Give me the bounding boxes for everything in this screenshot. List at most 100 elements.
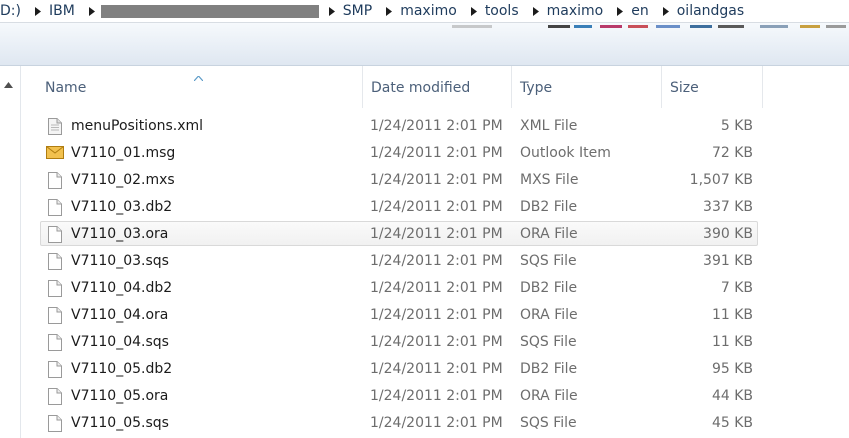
file-name: V7110_05.sqs (71, 415, 169, 431)
file-row[interactable]: V7110_03.sqs 1/24/2011 2:01 PM SQS File … (40, 248, 758, 273)
file-size: 11 KB (711, 334, 753, 350)
chevron-right-icon[interactable] (613, 0, 627, 22)
file-name: V7110_03.db2 (71, 199, 173, 215)
chevron-right-icon[interactable] (325, 0, 339, 22)
file-row[interactable]: V7110_03.db2 1/24/2011 2:01 PM DB2 File … (40, 194, 758, 219)
file-date-modified: 1/24/2011 2:01 PM (370, 145, 503, 161)
file-type: SQS File (520, 334, 577, 350)
file-name: V7110_05.ora (71, 388, 169, 404)
file-type: SQS File (520, 415, 577, 431)
file-icon (48, 280, 62, 301)
column-header-name-label: Name (45, 80, 87, 96)
breadcrumb-drive[interactable]: D:) (0, 0, 31, 22)
toolbar-fragment (690, 25, 712, 28)
chevron-right-icon[interactable] (382, 0, 396, 22)
file-icon (48, 253, 62, 274)
breadcrumb-smp[interactable]: SMP (339, 0, 382, 22)
file-icon (48, 361, 62, 382)
toolbar-fragment (800, 25, 820, 28)
file-type: ORA File (520, 307, 578, 323)
file-row[interactable]: V7110_04.sqs 1/24/2011 2:01 PM SQS File … (40, 329, 758, 354)
file-type: ORA File (520, 388, 578, 404)
column-header-size[interactable]: Size (662, 66, 763, 108)
file-row[interactable]: V7110_02.mxs 1/24/2011 2:01 PM MXS File … (40, 167, 758, 192)
file-icon (48, 307, 62, 328)
column-header-date[interactable]: Date modified (363, 66, 512, 108)
envelope-icon (46, 146, 64, 163)
file-date-modified: 1/24/2011 2:01 PM (370, 280, 503, 296)
redacted-path-segment (100, 4, 319, 18)
file-icon (48, 415, 62, 436)
file-size: 391 KB (703, 253, 753, 269)
file-date-modified: 1/24/2011 2:01 PM (370, 388, 503, 404)
sort-ascending-icon (193, 69, 204, 85)
toolbar-fragment (656, 25, 680, 28)
file-type: DB2 File (520, 280, 578, 296)
breadcrumb-ibm[interactable]: IBM (45, 0, 85, 22)
file-row[interactable]: V7110_05.sqs 1/24/2011 2:01 PM SQS File … (40, 410, 758, 435)
file-type: DB2 File (520, 199, 578, 215)
scroll-up-arrow-icon[interactable] (4, 76, 13, 92)
chevron-right-icon[interactable] (31, 0, 45, 22)
toolbar-fragment (574, 25, 592, 28)
file-type: XML File (520, 118, 578, 134)
file-name: menuPositions.xml (71, 118, 204, 134)
file-type: DB2 File (520, 361, 578, 377)
file-size: 5 KB (720, 118, 753, 134)
toolbar-fragment (548, 25, 570, 28)
toolbar-fragment (452, 25, 492, 28)
file-size: 337 KB (703, 199, 753, 215)
breadcrumb-tools[interactable]: tools (481, 0, 529, 22)
file-row[interactable]: V7110_04.ora 1/24/2011 2:01 PM ORA File … (40, 302, 758, 327)
file-date-modified: 1/24/2011 2:01 PM (370, 172, 503, 188)
file-size: 390 KB (703, 226, 753, 242)
file-row[interactable]: V7110_05.ora 1/24/2011 2:01 PM ORA File … (40, 383, 758, 408)
file-row[interactable]: V7110_01.msg 1/24/2011 2:01 PM Outlook I… (40, 140, 758, 165)
file-name: V7110_04.ora (71, 307, 169, 323)
file-row[interactable]: menuPositions.xml 1/24/2011 2:01 PM XML … (40, 113, 758, 138)
file-date-modified: 1/24/2011 2:01 PM (370, 307, 503, 323)
file-type: MXS File (520, 172, 579, 188)
file-date-modified: 1/24/2011 2:01 PM (370, 118, 503, 134)
file-date-modified: 1/24/2011 2:01 PM (370, 361, 503, 377)
breadcrumb-maximo[interactable]: maximo (396, 0, 467, 22)
file-size: 11 KB (711, 307, 753, 323)
file-icon (48, 226, 62, 247)
file-icon (48, 172, 62, 193)
file-size: 1,507 KB (689, 172, 753, 188)
file-type: ORA File (520, 226, 578, 242)
chevron-right-icon[interactable] (659, 0, 673, 22)
toolbar-fragment (760, 25, 788, 28)
chevron-right-icon[interactable] (85, 0, 99, 22)
file-size: 72 KB (711, 145, 753, 161)
navigation-pane-edge (0, 66, 21, 438)
breadcrumb-en[interactable]: en (627, 0, 659, 22)
address-bar[interactable]: D:) IBM SMP maximo tools maximo en oilan… (0, 0, 849, 23)
column-header-date-label: Date modified (371, 80, 471, 96)
file-row[interactable]: V7110_05.db2 1/24/2011 2:01 PM DB2 File … (40, 356, 758, 381)
toolbar-fragment (628, 25, 648, 28)
breadcrumb-oilandgas[interactable]: oilandgas (673, 0, 754, 22)
file-icon (48, 334, 62, 355)
file-name: V7110_03.ora (71, 226, 169, 242)
file-size: 44 KB (711, 388, 753, 404)
chevron-right-icon[interactable] (529, 0, 543, 22)
file-icon (48, 388, 62, 409)
file-size: 7 KB (720, 280, 753, 296)
file-row[interactable]: V7110_04.db2 1/24/2011 2:01 PM DB2 File … (40, 275, 758, 300)
file-icon (48, 199, 62, 220)
file-name: V7110_04.sqs (71, 334, 169, 350)
column-header-bar: Name Date modified Type Size (21, 66, 849, 108)
toolbar-fragment (600, 25, 622, 28)
file-date-modified: 1/24/2011 2:01 PM (370, 253, 503, 269)
file-size: 95 KB (711, 361, 753, 377)
column-header-type[interactable]: Type (512, 66, 662, 108)
file-type: Outlook Item (520, 145, 611, 161)
breadcrumb-maximo-2[interactable]: maximo (543, 0, 614, 22)
file-size: 45 KB (711, 415, 753, 431)
file-date-modified: 1/24/2011 2:01 PM (370, 226, 503, 242)
file-date-modified: 1/24/2011 2:01 PM (370, 199, 503, 215)
chevron-right-icon[interactable] (467, 0, 481, 22)
file-row-hovered[interactable]: V7110_03.ora 1/24/2011 2:01 PM ORA File … (40, 221, 758, 246)
column-header-type-label: Type (520, 80, 553, 96)
